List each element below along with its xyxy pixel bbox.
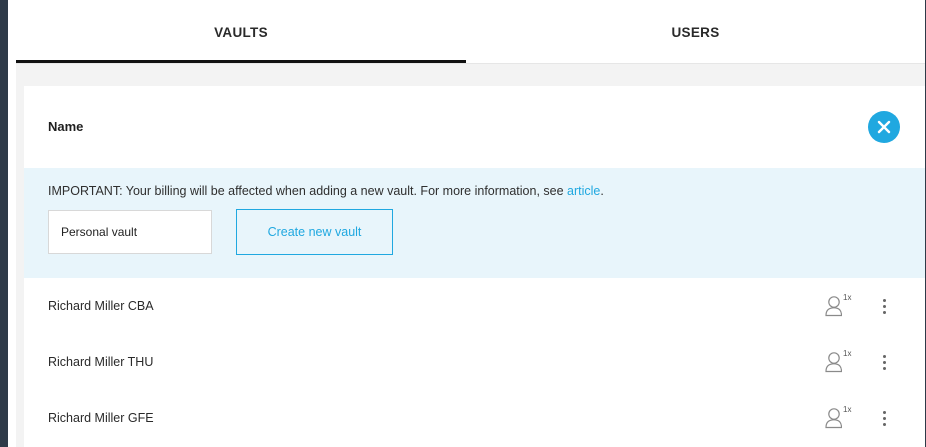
kebab-icon-dot <box>882 422 886 426</box>
kebab-icon-dot <box>882 360 886 364</box>
billing-notice-text: IMPORTANT: Your billing will be affected… <box>48 184 604 198</box>
vaults-card: Name IMPORTANT: Your billing will be aff… <box>24 86 925 447</box>
vault-name: Richard Miller GFE <box>48 411 154 425</box>
content-area: Name IMPORTANT: Your billing will be aff… <box>16 64 925 447</box>
more-options-button[interactable] <box>876 407 892 429</box>
user-icon <box>825 296 842 317</box>
user-count: 1x <box>843 349 852 358</box>
vault-users-button[interactable]: 1x <box>824 405 852 429</box>
tab-users[interactable]: USERS <box>466 0 925 64</box>
vault-name: Richard Miller THU <box>48 355 154 369</box>
kebab-icon-dot <box>882 366 886 370</box>
user-count: 1x <box>843 405 852 414</box>
kebab-icon-dot <box>882 304 886 308</box>
vault-users-button[interactable]: 1x <box>824 293 852 317</box>
vault-users-button[interactable]: 1x <box>824 349 852 373</box>
list-item[interactable]: Richard Miller CBA 1x <box>24 278 925 334</box>
kebab-icon-dot <box>882 416 886 420</box>
kebab-icon-dot <box>882 310 886 314</box>
card-header: Name <box>24 86 925 168</box>
list-item[interactable]: Richard Miller THU 1x <box>24 334 925 390</box>
billing-notice: IMPORTANT: Your billing will be affected… <box>24 168 925 278</box>
name-column-header: Name <box>48 119 84 134</box>
billing-notice-suffix: . <box>600 184 604 198</box>
close-icon <box>877 120 891 134</box>
kebab-icon-dot <box>882 410 886 414</box>
tab-vaults[interactable]: VAULTS <box>16 0 466 64</box>
vault-management-panel: VAULTS USERS Name IMPORTANT: Your billin… <box>8 0 925 447</box>
kebab-icon-dot <box>882 354 886 358</box>
more-options-button[interactable] <box>876 295 892 317</box>
create-vault-button[interactable]: Create new vault <box>236 209 393 255</box>
user-icon <box>825 352 842 373</box>
billing-notice-message: IMPORTANT: Your billing will be affected… <box>48 184 568 198</box>
tab-bar: VAULTS USERS <box>16 0 925 64</box>
user-count: 1x <box>843 293 852 302</box>
close-button[interactable] <box>868 111 900 143</box>
article-link[interactable]: article <box>567 184 600 198</box>
more-options-button[interactable] <box>876 351 892 373</box>
vault-name-input[interactable] <box>48 210 212 254</box>
list-item[interactable]: Richard Miller GFE 1x <box>24 390 925 446</box>
vault-name: Richard Miller CBA <box>48 299 154 313</box>
kebab-icon-dot <box>882 298 886 302</box>
user-icon <box>825 408 842 429</box>
